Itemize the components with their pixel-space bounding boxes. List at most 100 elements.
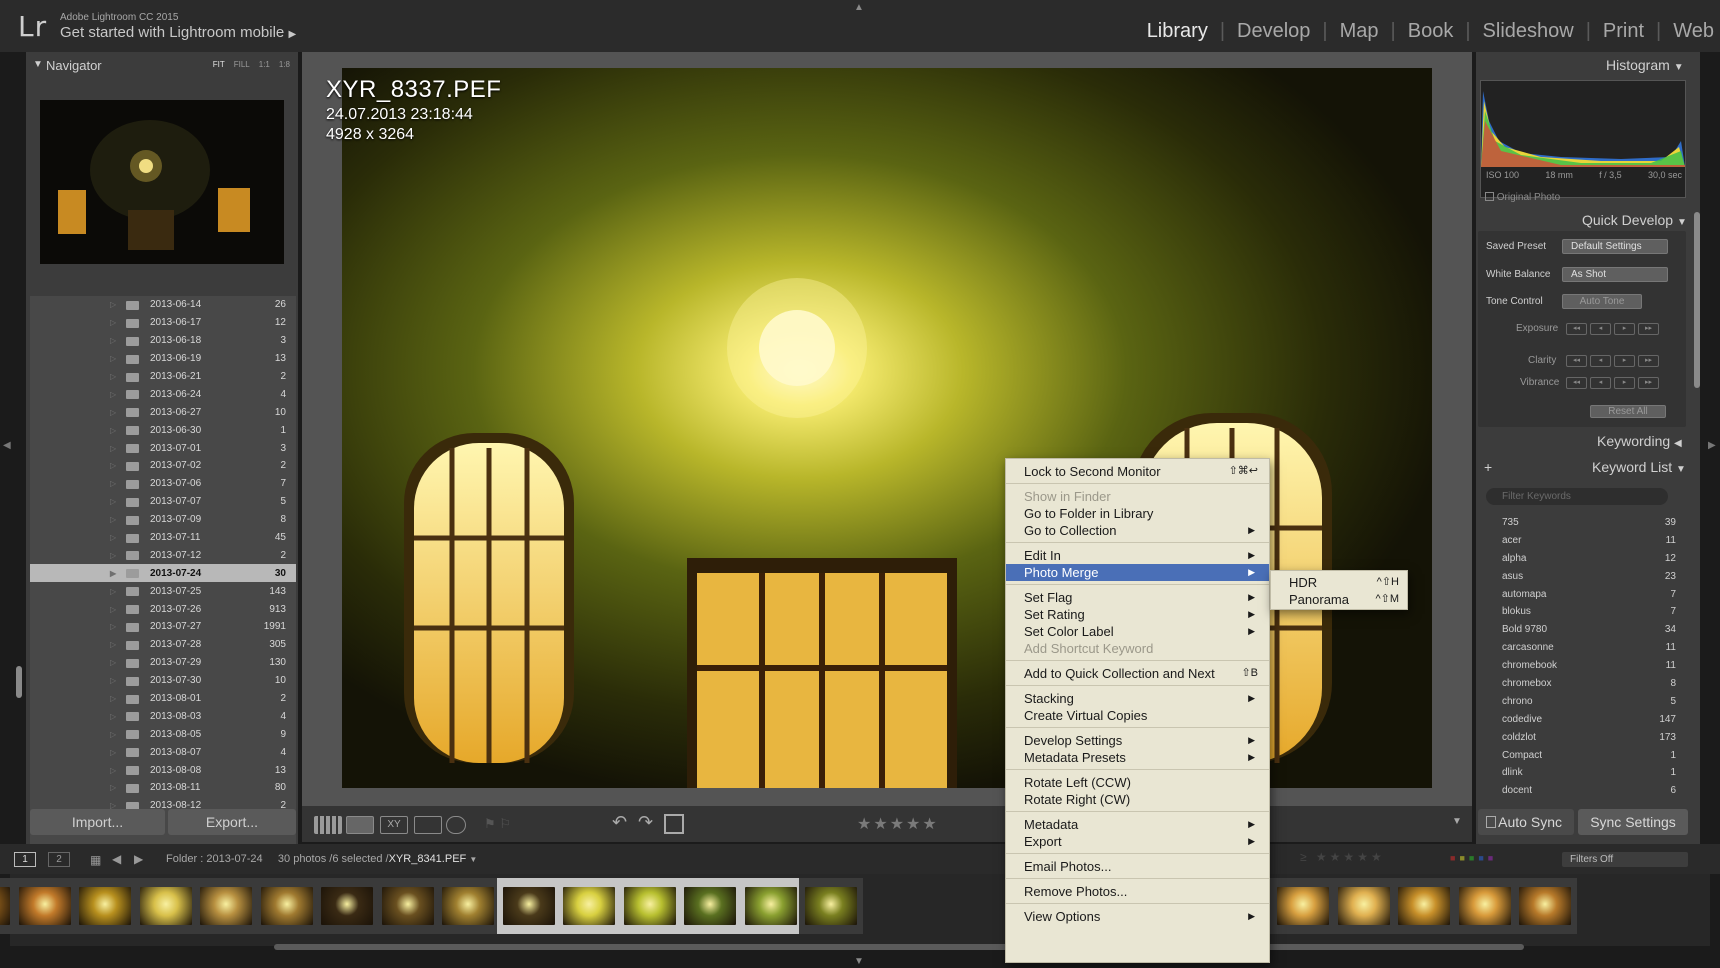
- folder-row[interactable]: ▷ 2013-07-07 5: [30, 493, 296, 511]
- filmstrip-thumbnail[interactable]: [436, 878, 500, 934]
- filmstrip-thumbnail[interactable]: [799, 878, 863, 934]
- module-library[interactable]: Library: [1135, 20, 1220, 43]
- folder-row[interactable]: ▷ 2013-07-25 143: [30, 582, 296, 600]
- exposure-minus[interactable]: ◂: [1590, 323, 1611, 335]
- disclosure-triangle-icon[interactable]: ▷: [110, 408, 116, 417]
- menu-item-email-photos[interactable]: Email Photos...: [1006, 858, 1269, 875]
- menu-item-go-to-folder-in-library[interactable]: Go to Folder in Library: [1006, 505, 1269, 522]
- saved-preset-select[interactable]: Default Settings: [1562, 239, 1668, 254]
- filmstrip-thumbnail[interactable]: [254, 878, 319, 934]
- toolbar-menu-icon[interactable]: ▼: [1452, 816, 1462, 827]
- menu-item-panorama[interactable]: Panorama ^⇧M: [1289, 591, 1399, 608]
- clarity-plus-large[interactable]: ▸▸: [1638, 355, 1659, 367]
- keyword-row[interactable]: asus 23: [1478, 568, 1688, 586]
- disclosure-triangle-icon[interactable]: ▷: [110, 676, 116, 685]
- menu-item-create-virtual-copies[interactable]: Create Virtual Copies: [1006, 707, 1269, 724]
- folder-row[interactable]: ▷ 2013-06-17 12: [30, 314, 296, 332]
- keywording-header[interactable]: Keywording ◀: [1597, 433, 1682, 449]
- disclosure-triangle-icon[interactable]: ▷: [110, 766, 116, 775]
- folder-row[interactable]: ▷ 2013-07-11 45: [30, 529, 296, 547]
- folder-row[interactable]: ▷ 2013-08-03 4: [30, 707, 296, 725]
- disclosure-triangle-icon[interactable]: ▷: [110, 694, 116, 703]
- filmstrip-thumbnail[interactable]: [12, 878, 77, 934]
- keyword-row[interactable]: Bold 9780 34: [1478, 621, 1688, 639]
- keyword-row[interactable]: Compact 1: [1478, 747, 1688, 765]
- filmstrip-thumbnail[interactable]: [315, 878, 379, 934]
- disclosure-triangle-icon[interactable]: ▷: [110, 479, 116, 488]
- module-develop[interactable]: Develop: [1225, 20, 1322, 43]
- disclosure-triangle-icon[interactable]: ▷: [110, 372, 116, 381]
- disclosure-triangle-icon[interactable]: ▷: [110, 354, 116, 363]
- folder-row[interactable]: ▷ 2013-07-12 2: [30, 546, 296, 564]
- folder-row[interactable]: ▷ 2013-07-30 10: [30, 672, 296, 690]
- vibrance-minus[interactable]: ◂: [1590, 377, 1611, 389]
- forward-arrow-icon[interactable]: ▶: [134, 852, 143, 866]
- filmstrip-source[interactable]: Folder : 2013-07-24 30 photos /6 selecte…: [166, 853, 477, 865]
- disclosure-triangle-icon[interactable]: ▷: [110, 783, 116, 792]
- left-panel-toggle-icon[interactable]: ◀: [3, 440, 11, 451]
- keyword-row[interactable]: chrono 5: [1478, 693, 1688, 711]
- export-button[interactable]: Export...: [168, 809, 296, 835]
- folder-row[interactable]: ▶ 2013-07-24 30: [30, 564, 296, 583]
- grid-view-icon[interactable]: [314, 816, 342, 834]
- zoom-1-1[interactable]: 1:1: [259, 60, 270, 69]
- right-panel-toggle-icon[interactable]: ▶: [1708, 440, 1716, 451]
- folder-row[interactable]: ▷ 2013-08-01 2: [30, 690, 296, 708]
- folder-row[interactable]: ▷ 2013-07-01 3: [30, 439, 296, 457]
- keyword-row[interactable]: codedive 147: [1478, 711, 1688, 729]
- disclosure-triangle-icon[interactable]: ▷: [110, 712, 116, 721]
- filmstrip-thumbnail[interactable]: [678, 878, 742, 934]
- vibrance-minus-large[interactable]: ◂◂: [1566, 377, 1587, 389]
- disclosure-triangle-icon[interactable]: ▷: [110, 551, 116, 560]
- filmstrip-thumbnail[interactable]: [1513, 878, 1577, 934]
- add-keyword-icon[interactable]: +: [1484, 459, 1492, 475]
- zoom-1-8[interactable]: 1:8: [279, 60, 290, 69]
- top-panel-toggle-icon[interactable]: ▲: [854, 2, 864, 13]
- folder-row[interactable]: ▷ 2013-06-30 1: [30, 421, 296, 439]
- disclosure-triangle-icon[interactable]: ▷: [110, 390, 116, 399]
- disclosure-triangle-icon[interactable]: ▶: [110, 569, 116, 578]
- menu-item-export[interactable]: Export ▶: [1006, 833, 1269, 850]
- left-panel-scrollbar[interactable]: [16, 666, 22, 698]
- keyword-row[interactable]: automapa 7: [1478, 586, 1688, 604]
- menu-item-rotate-left-ccw[interactable]: Rotate Left (CCW): [1006, 774, 1269, 791]
- disclosure-triangle-icon[interactable]: ▷: [110, 426, 116, 435]
- disclosure-triangle-icon[interactable]: ▷: [110, 640, 116, 649]
- keyword-filter-input[interactable]: Filter Keywords: [1486, 488, 1668, 505]
- folder-row[interactable]: ▷ 2013-06-19 13: [30, 350, 296, 368]
- filters-select[interactable]: Filters Off: [1562, 852, 1688, 867]
- clarity-plus[interactable]: ▸: [1614, 355, 1635, 367]
- folder-row[interactable]: ▷ 2013-06-18 3: [30, 332, 296, 350]
- quick-develop-header[interactable]: Quick Develop ▼: [1582, 212, 1687, 228]
- disclosure-triangle-icon[interactable]: ▷: [110, 748, 116, 757]
- menu-item-metadata-presets[interactable]: Metadata Presets ▶: [1006, 749, 1269, 766]
- filmstrip-thumbnail[interactable]: [1271, 878, 1335, 934]
- navigator-preview[interactable]: [40, 100, 284, 264]
- menu-item-set-rating[interactable]: Set Rating ▶: [1006, 606, 1269, 623]
- vibrance-plus[interactable]: ▸: [1614, 377, 1635, 389]
- folder-row[interactable]: ▷ 2013-06-27 10: [30, 403, 296, 421]
- disclosure-triangle-icon[interactable]: ▷: [110, 587, 116, 596]
- folder-row[interactable]: ▷ 2013-07-02 2: [30, 457, 296, 475]
- checkbox-icon[interactable]: [1485, 192, 1494, 201]
- import-button[interactable]: Import...: [30, 809, 165, 835]
- folder-row[interactable]: ▷ 2013-07-06 7: [30, 475, 296, 493]
- disclosure-triangle-icon[interactable]: ▷: [110, 658, 116, 667]
- keyword-row[interactable]: chromebox 8: [1478, 675, 1688, 693]
- clarity-minus-large[interactable]: ◂◂: [1566, 355, 1587, 367]
- disclosure-triangle-icon[interactable]: ▷: [110, 622, 116, 631]
- disclosure-triangle-icon[interactable]: ▷: [110, 461, 116, 470]
- auto-tone-button[interactable]: Auto Tone: [1562, 294, 1642, 309]
- filmstrip-thumbnail[interactable]: [1392, 878, 1456, 934]
- original-photo-toggle[interactable]: Original Photo: [1485, 192, 1560, 203]
- filmstrip-thumbnail[interactable]: [1331, 878, 1396, 934]
- vibrance-plus-large[interactable]: ▸▸: [1638, 377, 1659, 389]
- filmstrip-thumbnail[interactable]: [617, 878, 682, 934]
- keyword-row[interactable]: dlink 1: [1478, 764, 1688, 782]
- page-1-button[interactable]: 1: [14, 852, 36, 867]
- filmstrip-thumbnail[interactable]: [557, 878, 621, 934]
- module-map[interactable]: Map: [1328, 20, 1391, 43]
- folder-row[interactable]: ▷ 2013-07-27 1991: [30, 618, 296, 636]
- clarity-minus[interactable]: ◂: [1590, 355, 1611, 367]
- menu-item-photo-merge[interactable]: Photo Merge ▶: [1006, 564, 1269, 581]
